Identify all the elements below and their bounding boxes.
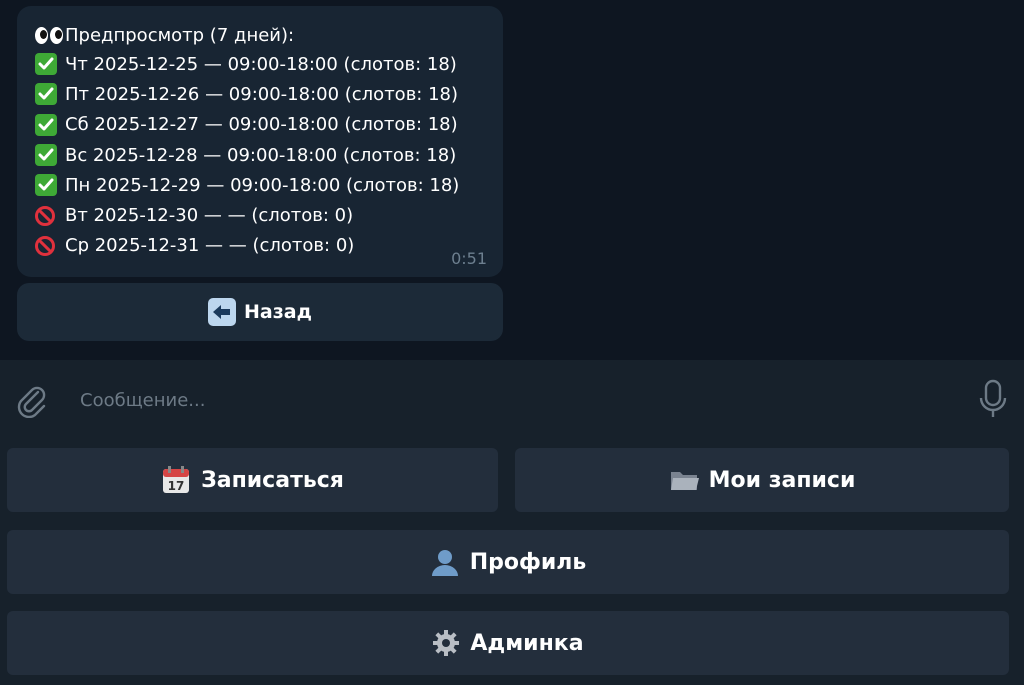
schedule-line-text: Ср 2025-12-31 — — (слотов: 0) xyxy=(65,235,355,257)
schedule-line: Чт 2025-12-25 — 09:00-18:00 (слотов: 18) xyxy=(35,49,503,79)
schedule-line-text: Сб 2025-12-27 — 09:00-18:00 (слотов: 18) xyxy=(65,114,458,136)
prohibited-icon xyxy=(35,204,63,228)
profile-button[interactable]: Профиль xyxy=(7,530,1009,594)
message-input[interactable] xyxy=(78,382,942,418)
chat-area: Предпросмотр (7 дней): Чт 2025-12-25 — 0… xyxy=(0,0,1024,360)
book-button-label: Записаться xyxy=(201,467,344,493)
check-mark-icon xyxy=(35,143,63,167)
folder-icon xyxy=(669,466,699,494)
admin-button-label: Админка xyxy=(470,630,584,656)
composer-bar xyxy=(0,360,1024,438)
eyes-icon xyxy=(35,24,63,48)
schedule-line: Ср 2025-12-31 — — (слотов: 0) xyxy=(35,231,503,261)
schedule-line: Пт 2025-12-26 — 09:00-18:00 (слотов: 18) xyxy=(35,79,503,109)
schedule-line-text: Чт 2025-12-25 — 09:00-18:00 (слотов: 18) xyxy=(65,53,457,75)
profile-button-label: Профиль xyxy=(469,549,587,575)
schedule-line-text: Вт 2025-12-30 — — (слотов: 0) xyxy=(65,205,354,227)
back-button-label: Назад xyxy=(244,301,312,323)
message-time: 0:51 xyxy=(451,249,487,268)
schedule-line: Сб 2025-12-27 — 09:00-18:00 (слотов: 18) xyxy=(35,110,503,140)
admin-button[interactable]: Админка xyxy=(7,611,1009,675)
user-icon xyxy=(430,547,460,577)
check-mark-icon xyxy=(35,82,63,106)
message-header-text: Предпросмотр (7 дней): xyxy=(65,25,295,46)
check-mark-icon xyxy=(35,52,63,76)
microphone-icon[interactable] xyxy=(976,378,1010,420)
message-header: Предпросмотр (7 дней): xyxy=(35,22,503,49)
prohibited-icon xyxy=(35,234,63,258)
schedule-line: Вт 2025-12-30 — — (слотов: 0) xyxy=(35,200,503,230)
my-bookings-button-label: Мои записи xyxy=(708,467,856,493)
calendar-icon: 17 xyxy=(161,465,191,495)
back-arrow-icon xyxy=(208,298,237,326)
back-button[interactable]: Назад xyxy=(17,283,503,341)
reply-keyboard: 17 Записаться Мои записи Профиль Админка xyxy=(0,438,1024,685)
gear-icon xyxy=(432,629,460,657)
schedule-line: Вс 2025-12-28 — 09:00-18:00 (слотов: 18) xyxy=(35,140,503,170)
schedule-line-text: Вс 2025-12-28 — 09:00-18:00 (слотов: 18) xyxy=(65,144,457,166)
check-mark-icon xyxy=(35,173,63,197)
schedule-line: Пн 2025-12-29 — 09:00-18:00 (слотов: 18) xyxy=(35,170,503,200)
schedule-line-text: Пт 2025-12-26 — 09:00-18:00 (слотов: 18) xyxy=(65,83,459,105)
svg-text:17: 17 xyxy=(168,479,185,493)
paperclip-icon[interactable] xyxy=(14,382,50,419)
schedule-line-text: Пн 2025-12-29 — 09:00-18:00 (слотов: 18) xyxy=(65,174,460,196)
my-bookings-button[interactable]: Мои записи xyxy=(515,448,1009,512)
book-button[interactable]: 17 Записаться xyxy=(7,448,498,512)
check-mark-icon xyxy=(35,113,63,137)
message-bubble: Предпросмотр (7 дней): Чт 2025-12-25 — 0… xyxy=(17,6,503,277)
